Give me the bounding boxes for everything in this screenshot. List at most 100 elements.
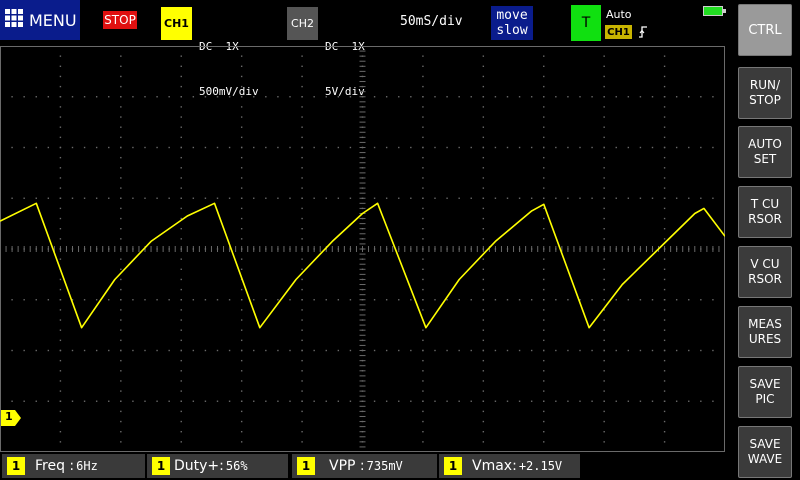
grid-dot bbox=[180, 75, 182, 78]
grid-dot bbox=[422, 258, 424, 260]
grid-dot bbox=[482, 258, 485, 260]
measures-button[interactable]: MEAS URES bbox=[738, 306, 792, 358]
menu-button[interactable]: MENU bbox=[0, 0, 80, 40]
grid-dot bbox=[180, 258, 182, 260]
timebase-readout[interactable]: 50mS/div bbox=[400, 14, 463, 29]
grid-dot bbox=[373, 197, 376, 199]
auto-set-button[interactable]: AUTO SET bbox=[738, 126, 792, 178]
grid-dot bbox=[494, 400, 497, 402]
grid-dot bbox=[663, 85, 666, 88]
grid-dot bbox=[543, 116, 545, 118]
rising-edge-icon bbox=[638, 24, 648, 43]
grid-dot bbox=[23, 146, 25, 149]
grid-dot bbox=[663, 359, 666, 362]
grid-dot bbox=[180, 85, 182, 88]
grid-dot bbox=[688, 299, 690, 301]
trigger-button[interactable]: T bbox=[571, 5, 601, 41]
grid-dot bbox=[603, 359, 605, 362]
grid-dot bbox=[555, 400, 557, 402]
ch1-button[interactable]: CH1 bbox=[161, 7, 192, 40]
ch1-level-marker[interactable]: 1 bbox=[1, 410, 21, 426]
grid-dot bbox=[627, 299, 630, 301]
t-cursor-button[interactable]: T CU RSOR bbox=[738, 186, 792, 238]
grid-dot bbox=[156, 146, 158, 149]
grid-dot bbox=[543, 339, 545, 342]
grid-dot bbox=[603, 268, 605, 270]
grid-dot bbox=[603, 106, 605, 108]
grid-dot bbox=[422, 339, 424, 342]
grid-dot bbox=[349, 197, 352, 199]
grid-dot bbox=[289, 96, 291, 98]
grid-dot bbox=[663, 329, 666, 331]
grid-dot bbox=[373, 146, 376, 149]
grid-dot bbox=[95, 349, 98, 352]
run-stop-button[interactable]: RUN/ STOP bbox=[738, 67, 792, 119]
grid-dot bbox=[422, 167, 424, 169]
measurement-vmax[interactable]: 1 Vmax : +2.15V bbox=[439, 454, 580, 478]
grid-dot bbox=[663, 278, 666, 281]
grid-dot bbox=[603, 96, 605, 98]
grid-dot bbox=[301, 106, 303, 108]
grid-dot bbox=[23, 197, 25, 199]
measurement-value: 735mV bbox=[366, 459, 403, 473]
grid-dot bbox=[398, 400, 400, 402]
move-mode-button[interactable]: move slow bbox=[491, 6, 533, 40]
grid-dot bbox=[180, 46, 182, 47]
v-cursor-button[interactable]: V CU RSOR bbox=[738, 246, 792, 298]
save-pic-button[interactable]: SAVE PIC bbox=[738, 366, 792, 418]
grid-dot bbox=[325, 197, 327, 199]
grid-dot bbox=[494, 349, 497, 352]
grid-dot bbox=[11, 146, 13, 149]
grid-dot bbox=[301, 299, 303, 301]
measurement-vpp[interactable]: 1 VPP : 735mV bbox=[292, 454, 437, 478]
grid-dot bbox=[180, 116, 182, 118]
grid-dot bbox=[518, 299, 521, 301]
grid-dot bbox=[180, 278, 182, 281]
grid-dot bbox=[482, 207, 485, 210]
grid-dot bbox=[482, 309, 485, 311]
waveform-display[interactable] bbox=[0, 46, 725, 452]
grid-dot bbox=[240, 85, 243, 88]
grid-dot bbox=[59, 167, 62, 169]
grid-dot bbox=[675, 299, 678, 301]
grid-dot bbox=[23, 96, 25, 98]
grid-dot bbox=[422, 55, 424, 57]
grid-dot bbox=[180, 431, 182, 433]
grid-dot bbox=[120, 136, 122, 139]
grid-dot bbox=[301, 441, 303, 443]
measurement-duty[interactable]: 1 Duty+ : 56% bbox=[147, 454, 288, 478]
grid-dot bbox=[240, 319, 243, 321]
grid-dot bbox=[663, 167, 666, 169]
grid-dot bbox=[482, 420, 485, 423]
grid-dot bbox=[482, 177, 485, 179]
grid-dot bbox=[663, 288, 666, 291]
grid-dot bbox=[543, 75, 545, 78]
grid-dot bbox=[156, 197, 158, 199]
grid-dot bbox=[603, 55, 605, 57]
grid-dot bbox=[639, 349, 642, 352]
grid-dot bbox=[663, 420, 666, 423]
save-wave-button[interactable]: SAVE WAVE bbox=[738, 426, 792, 478]
grid-dot bbox=[700, 400, 702, 402]
run-state-badge[interactable]: STOP bbox=[103, 11, 137, 29]
grid-dot bbox=[180, 299, 182, 301]
grid-dot bbox=[639, 96, 642, 98]
grid-dot bbox=[567, 299, 569, 301]
measurement-freq[interactable]: 1 Freq : 6Hz bbox=[2, 454, 145, 478]
grid-dot bbox=[591, 96, 593, 98]
grid-dot bbox=[240, 156, 243, 159]
grid-dot bbox=[700, 299, 702, 301]
grid-dot bbox=[120, 207, 122, 210]
grid-dot bbox=[277, 146, 279, 149]
grid-dot bbox=[567, 197, 569, 199]
grid-dot bbox=[482, 441, 485, 443]
grid-dot bbox=[482, 268, 485, 270]
grid-dot bbox=[603, 339, 605, 342]
ctrl-button[interactable]: CTRL bbox=[738, 4, 792, 56]
grid-dot bbox=[422, 238, 424, 240]
grid-dot bbox=[603, 207, 605, 210]
grid-dot bbox=[301, 288, 303, 291]
ch2-button[interactable]: CH2 bbox=[287, 7, 318, 40]
grid-dot bbox=[277, 96, 279, 98]
grid-dot bbox=[108, 400, 110, 402]
